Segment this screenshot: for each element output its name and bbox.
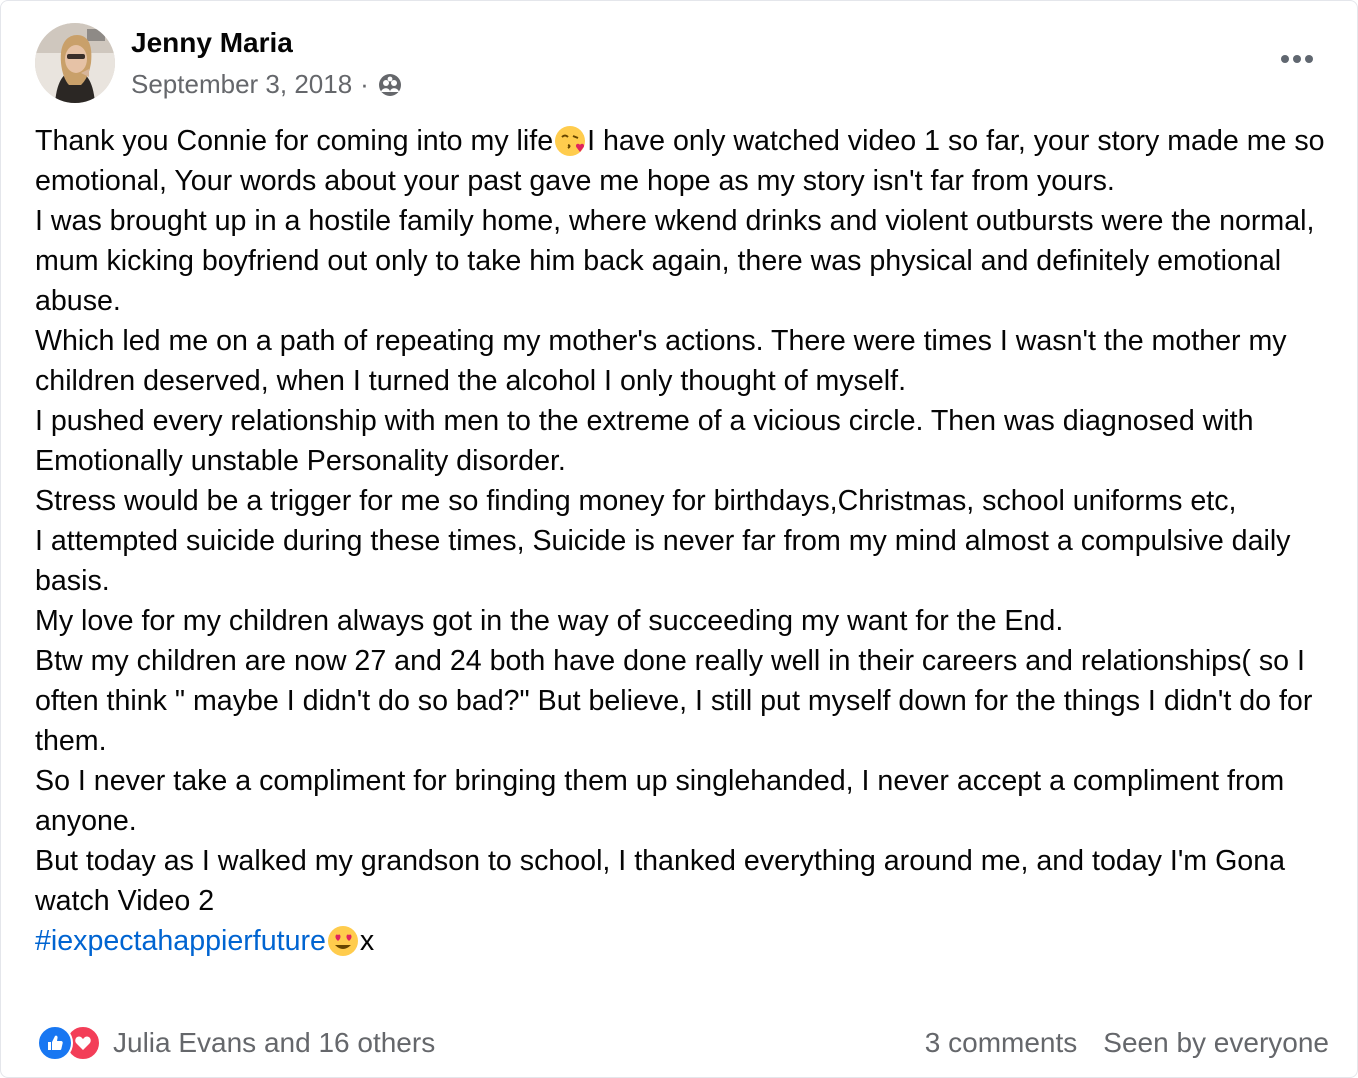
message-paragraph: Btw my children are now 27 and 24 both h… (35, 645, 1313, 757)
meta-separator: · (360, 69, 369, 99)
message-paragraph: I pushed every relationship with men to … (35, 405, 1254, 477)
post-footer: Julia Evans and 16 others 3 comments See… (37, 1021, 1329, 1065)
hashtag-line: #iexpectahappierfuture x (35, 921, 1335, 961)
message-paragraph: My love for my children always got in th… (35, 605, 1064, 637)
more-options-icon (1281, 55, 1313, 63)
face-blowing-kiss-emoji (553, 124, 587, 158)
more-options-button[interactable] (1277, 39, 1317, 79)
post-message: Thank you Connie for coming into my life… (35, 121, 1335, 961)
reaction-summary-text[interactable]: Julia Evans and 16 others (113, 1027, 435, 1059)
post-meta: September 3, 2018 · (131, 69, 403, 100)
hashtag-link[interactable]: #iexpectahappierfuture (35, 925, 326, 957)
message-paragraph: But today as I walked my grandson to sch… (35, 845, 1286, 917)
post-date[interactable]: September 3, 2018 (131, 69, 352, 100)
post-card: Jenny Maria September 3, 2018 · Thank yo… (0, 0, 1358, 1078)
like-icon (37, 1025, 73, 1061)
hashtag-suffix: x (359, 925, 375, 957)
message-paragraph: Stress would be a trigger for me so find… (35, 485, 1237, 517)
message-paragraph: So I never take a compliment for bringin… (35, 765, 1285, 837)
avatar-photo (35, 23, 115, 103)
message-paragraph: I attempted suicide during these times, … (35, 525, 1291, 597)
post-header: Jenny Maria September 3, 2018 · (35, 21, 1317, 107)
message-paragraph: I was brought up in a hostile family hom… (35, 205, 1315, 317)
author-name[interactable]: Jenny Maria (131, 27, 293, 59)
message-paragraph: Which led me on a path of repeating my m… (35, 325, 1287, 397)
footer-stats: 3 comments Seen by everyone (925, 1027, 1329, 1059)
seen-by-text: Seen by everyone (1103, 1027, 1329, 1058)
avatar[interactable] (35, 23, 115, 103)
heart-eyes-emoji (326, 924, 360, 958)
message-paragraph: Thank you Connie for coming into my life… (35, 124, 1325, 197)
friends-icon[interactable] (377, 72, 403, 98)
comments-count[interactable]: 3 comments (925, 1027, 1078, 1059)
reactions-summary[interactable]: Julia Evans and 16 others (37, 1025, 435, 1061)
